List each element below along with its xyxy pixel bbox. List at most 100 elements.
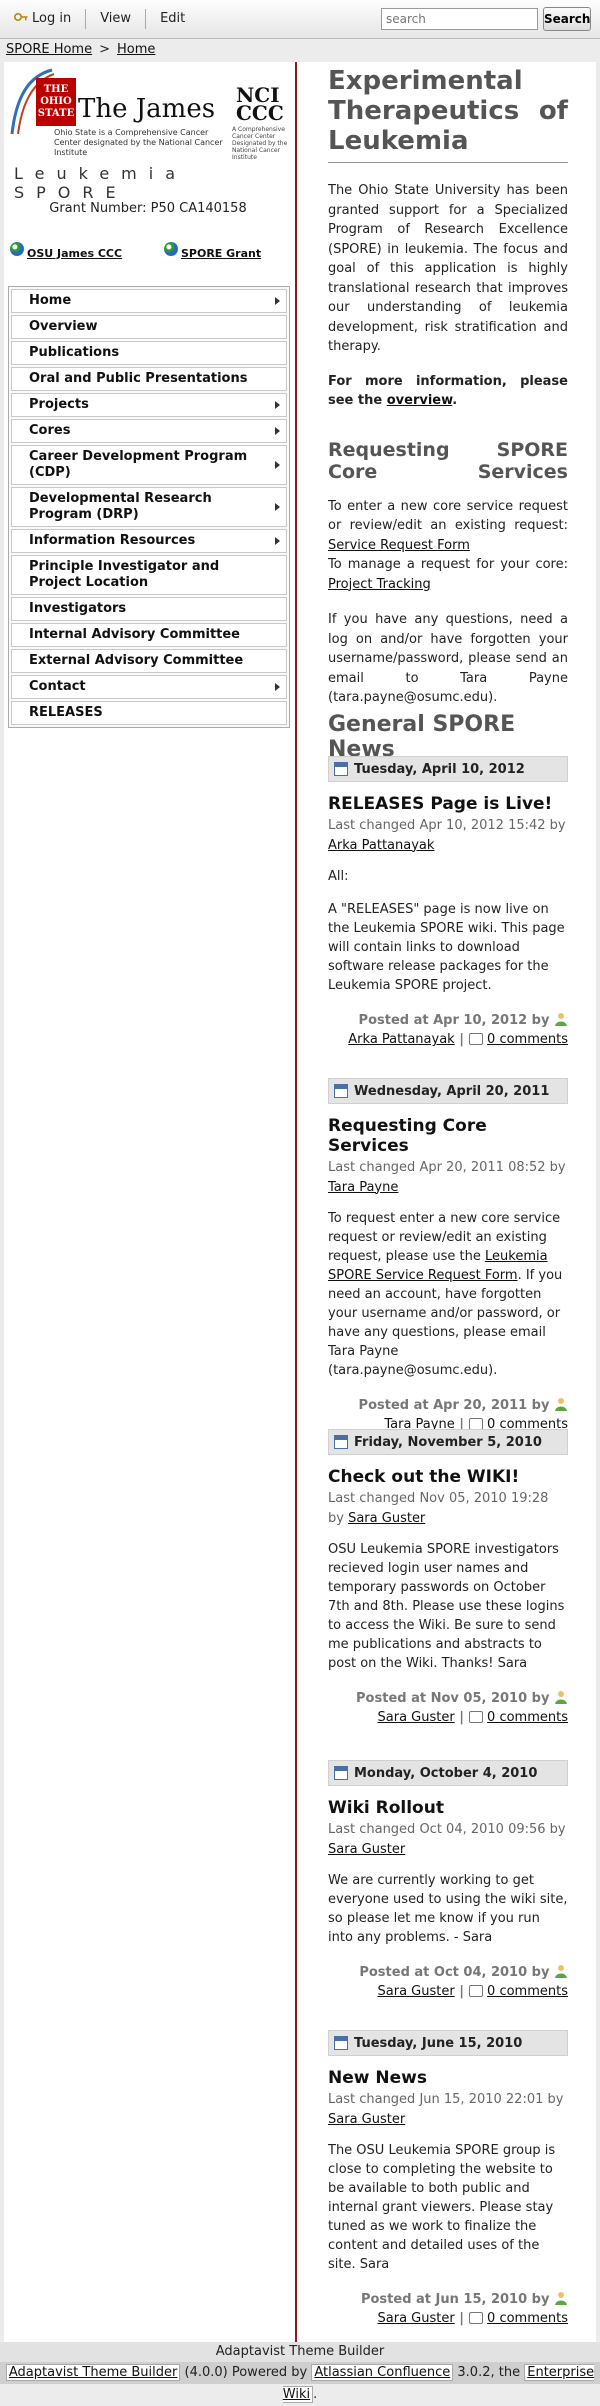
sidebar-item-overview[interactable]: Overview [11, 315, 287, 339]
more-info-suffix: . [452, 393, 458, 408]
nci-designation: A Comprehensive Cancer Center Designated… [232, 126, 288, 161]
news-posted: Posted at Nov 05, 2010 by Sara Guster | … [356, 1691, 568, 1725]
news-date: Tuesday, June 15, 2010 [354, 2035, 523, 2051]
login-link[interactable]: Log in [14, 9, 87, 29]
sidebar-item-presentations[interactable]: Oral and Public Presentations [11, 367, 287, 391]
james-logo-text: The James [78, 94, 216, 124]
project-tracking-prefix: To manage a request for your core: [328, 557, 568, 572]
news-author-link[interactable]: Arka Pattanayak [328, 838, 434, 853]
news-date: Friday, November 5, 2010 [354, 1434, 542, 1450]
sidebar-item-cdp[interactable]: Career Development Program (CDP) [11, 445, 287, 485]
sidebar-item-pi-location[interactable]: Principle Investigator and Project Locat… [11, 555, 287, 595]
news-body-paragraph: A "RELEASES" page is now live on the Leu… [328, 902, 565, 993]
posted-author-link[interactable]: Sara Guster [378, 2311, 455, 2326]
news-body-paragraph: OSU Leukemia SPORE investigators recieve… [328, 1542, 565, 1671]
news-author-link[interactable]: Tara Payne [328, 1180, 398, 1195]
comments-link[interactable]: 0 comments [487, 1710, 568, 1725]
news-body-paragraph: We are currently working to get everyone… [328, 1873, 568, 1945]
breadcrumb-spore-home[interactable]: SPORE Home [6, 42, 92, 57]
sidebar-item-projects[interactable]: Projects [11, 393, 287, 417]
news-meta-text: Last changed Apr 20, 2011 08:52 by [328, 1160, 566, 1175]
chevron-right-icon [275, 503, 280, 511]
posted-author-link[interactable]: Sara Guster [378, 1710, 455, 1725]
sidebar-item-external-advisory[interactable]: External Advisory Committee [11, 649, 287, 673]
news-body-paragraph: To request enter a new core service requ… [328, 1209, 568, 1380]
breadcrumb: SPORE Home > Home [6, 42, 155, 57]
top-toolbar: Log in View Edit Search [0, 0, 600, 39]
search-button[interactable]: Search [543, 7, 591, 31]
main-content: Experimental Therapeutics of Leukemia Th… [328, 66, 568, 708]
news-author-link[interactable]: Sara Guster [348, 1511, 425, 1526]
osu-logo-top: THE [43, 84, 69, 95]
user-icon [555, 2292, 567, 2305]
view-link[interactable]: View [86, 9, 147, 29]
news-author-link[interactable]: Sara Guster [328, 1842, 405, 1857]
user-icon [555, 1691, 567, 1704]
theme-builder-link[interactable]: Adaptavist Theme Builder [5, 2364, 181, 2381]
chevron-right-icon [275, 401, 280, 409]
news-title[interactable]: Requesting Core Services [328, 1116, 568, 1156]
footer-conf-version: 3.0.2, the [457, 2365, 521, 2380]
service-request-form-link[interactable]: Service Request Form [328, 538, 470, 553]
edit-link[interactable]: Edit [146, 9, 199, 29]
grant-number: Grant Number: P50 CA140158 [49, 201, 247, 216]
nci-logo-line2: CCC [236, 101, 284, 125]
comments-link[interactable]: 0 comments [487, 2311, 568, 2326]
chevron-right-icon [275, 427, 280, 435]
user-icon [555, 1965, 567, 1978]
sidebar-item-internal-advisory[interactable]: Internal Advisory Committee [11, 623, 287, 647]
sidebar-item-label: External Advisory Committee [29, 653, 244, 668]
chevron-right-icon [275, 297, 280, 305]
news-title[interactable]: Check out the WIKI! [328, 1467, 568, 1487]
sidebar-item-publications[interactable]: Publications [11, 341, 287, 365]
chevron-right-icon [275, 683, 280, 691]
breadcrumb-home[interactable]: Home [117, 42, 155, 57]
calendar-icon [334, 1084, 348, 1098]
sidebar-item-drp[interactable]: Developmental Research Program (DRP) [11, 487, 287, 527]
news-meta: Last changed Nov 05, 2010 19:28 by Sara … [328, 1489, 568, 1528]
news-posted: Posted at Oct 04, 2010 by Sara Guster | … [359, 1965, 568, 1999]
breadcrumb-separator: > [99, 42, 110, 57]
project-tracking-line: To manage a request for your core: Proje… [328, 555, 568, 594]
comments-link[interactable]: 0 comments [487, 1984, 568, 1999]
comment-icon [468, 1033, 483, 1045]
news-title[interactable]: RELEASES Page is Live! [328, 794, 568, 814]
news-title[interactable]: New News [328, 2068, 568, 2088]
sidebar-item-cores[interactable]: Cores [11, 419, 287, 443]
sidebar-item-investigators[interactable]: Investigators [11, 597, 287, 621]
sidebar-item-information-resources[interactable]: Information Resources [11, 529, 287, 553]
news-title[interactable]: Wiki Rollout [328, 1798, 568, 1818]
news-body: To request enter a new core service requ… [328, 1209, 568, 1380]
comments-link[interactable]: 0 comments [487, 1032, 568, 1047]
search-input[interactable] [381, 8, 538, 30]
osu-logo: THE OHIO STATE [36, 78, 76, 126]
news-date-bar: Tuesday, April 10, 2012 [328, 756, 568, 782]
news-meta-text: Last changed Jun 15, 2010 22:01 by [328, 2092, 564, 2107]
news-body: The OSU Leukemia SPORE group is close to… [328, 2141, 568, 2274]
project-tracking-link[interactable]: Project Tracking [328, 577, 431, 592]
page-title: Experimental Therapeutics of Leukemia [328, 66, 568, 163]
posted-author-link[interactable]: Arka Pattanayak [348, 1032, 454, 1047]
sidebar-item-contact[interactable]: Contact [11, 675, 287, 699]
spore-grant-link[interactable]: SPORE Grant [164, 242, 261, 260]
news-meta: Last changed Jun 15, 2010 22:01 by Sara … [328, 2090, 568, 2129]
confluence-link[interactable]: Atlassian Confluence [311, 2364, 454, 2381]
chevron-right-icon [275, 537, 280, 545]
news-body-text: . If you need an account, have forgotten… [328, 1268, 563, 1378]
sidebar-item-label: Overview [29, 319, 98, 334]
news-author-link[interactable]: Sara Guster [328, 2112, 405, 2127]
news-body: All: A "RELEASES" page is now live on th… [328, 867, 568, 995]
nci-logo: NCI CCC [236, 85, 284, 125]
sidebar-item-releases[interactable]: RELEASES [11, 701, 287, 725]
posted-author-link[interactable]: Sara Guster [378, 1984, 455, 1999]
overview-link[interactable]: overview [387, 393, 453, 408]
news-item: Wednesday, April 20, 2011 Requesting Cor… [328, 1078, 568, 1434]
news-body: OSU Leukemia SPORE investigators recieve… [328, 1540, 568, 1673]
osu-james-link[interactable]: OSU James CCC [10, 242, 122, 260]
sidebar-item-label: Information Resources [29, 533, 196, 548]
sidebar-item-home[interactable]: Home [11, 289, 287, 313]
posted-text: Posted at Apr 20, 2011 by [358, 1398, 550, 1413]
sidebar-item-label: Cores [29, 423, 71, 438]
news-item: Tuesday, April 10, 2012 RELEASES Page is… [328, 756, 568, 1049]
posted-text: Posted at Apr 10, 2012 by [358, 1013, 550, 1028]
